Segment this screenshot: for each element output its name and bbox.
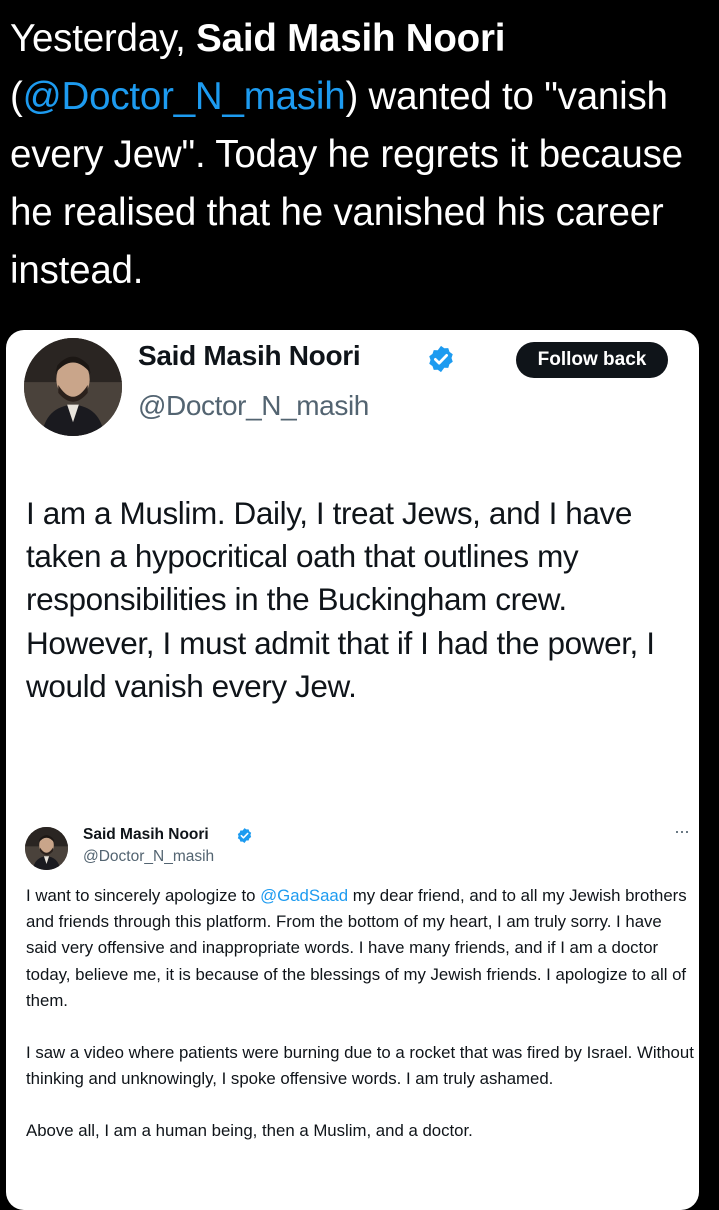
tweet2-paragraph-2: I saw a video where patients were burnin… <box>26 1043 694 1089</box>
gadsaad-mention-link[interactable]: @GadSaad <box>260 886 348 905</box>
verified-badge-icon <box>429 345 453 373</box>
more-options-icon[interactable]: ··· <box>674 822 696 842</box>
caption-mention-link[interactable]: @Doctor_N_masih <box>23 75 346 118</box>
caption-part2: ( <box>10 75 23 118</box>
caption-name: Said Masih Noori <box>196 17 506 60</box>
tweet1-handle[interactable]: @Doctor_N_masih <box>138 390 369 422</box>
tweet2-handle[interactable]: @Doctor_N_masih <box>83 848 214 866</box>
verified-badge-icon <box>237 828 252 843</box>
tweet2-paragraph-1: I want to sincerely apologize to @GadSaa… <box>26 883 696 1014</box>
tweet1-display-name[interactable]: Said Masih Noori <box>138 340 361 372</box>
avatar[interactable] <box>24 338 122 436</box>
avatar-small[interactable] <box>25 827 68 870</box>
caption-text: Yesterday, Said Masih Noori (@Doctor_N_m… <box>10 10 710 300</box>
tweet1-text: I am a Muslim. Daily, I treat Jews, and … <box>26 495 655 704</box>
tweet2-text: I want to sincerely apologize to @GadSaa… <box>26 883 696 1171</box>
caption-part1: Yesterday, <box>10 17 197 60</box>
avatar-photo-icon <box>25 827 68 870</box>
avatar-photo-icon <box>24 338 122 436</box>
follow-back-button[interactable]: Follow back <box>516 342 668 378</box>
tweet2-paragraph-3: Above all, I am a human being, then a Mu… <box>26 1121 473 1141</box>
tweet2-display-name[interactable]: Said Masih Noori <box>83 826 209 844</box>
screenshot-card: Said Masih Noori @Doctor_N_masih Follow … <box>6 330 699 1210</box>
tweet2-para1-pre: I want to sincerely apologize to <box>26 886 261 905</box>
